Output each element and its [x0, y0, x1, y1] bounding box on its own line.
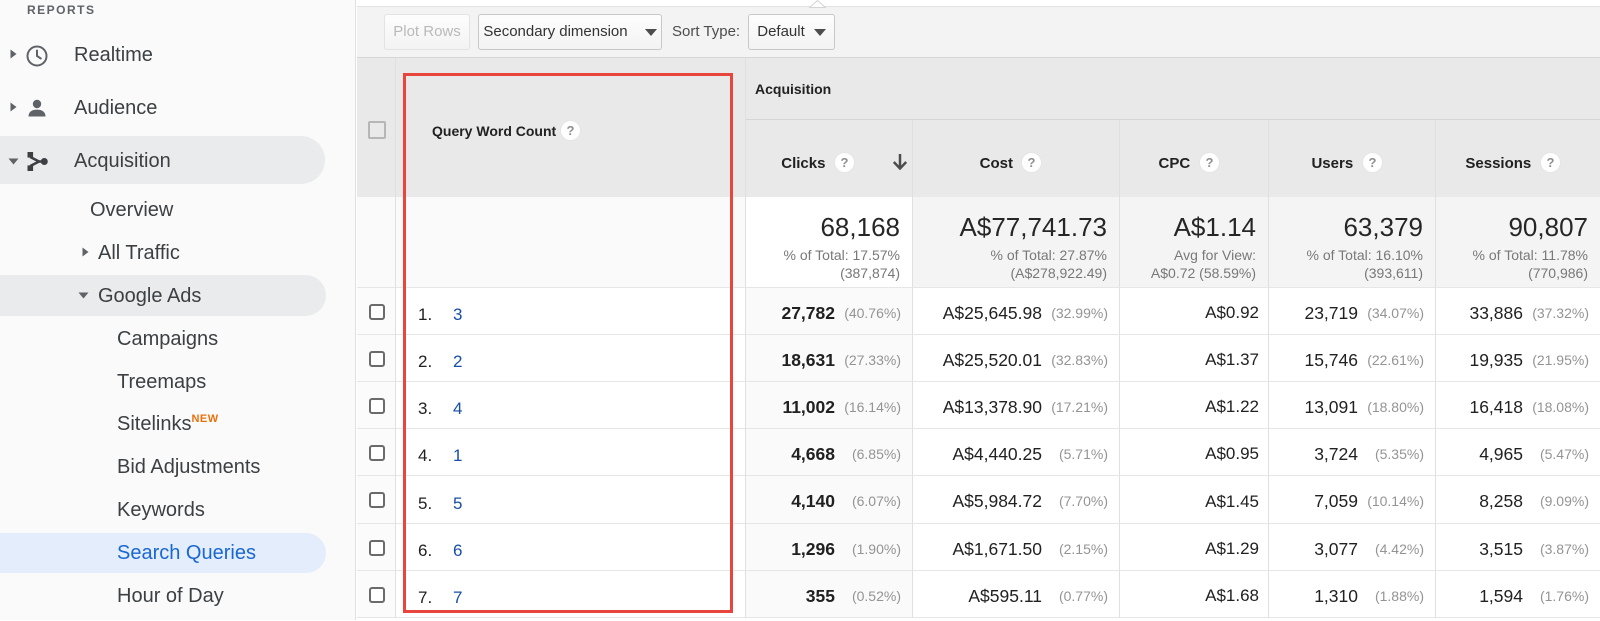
svg-text:?: ?	[1368, 155, 1376, 170]
svg-text:?: ?	[1205, 155, 1213, 170]
svg-text:?: ?	[1028, 155, 1036, 170]
svg-text:?: ?	[840, 155, 848, 170]
svg-text:?: ?	[1546, 155, 1554, 170]
